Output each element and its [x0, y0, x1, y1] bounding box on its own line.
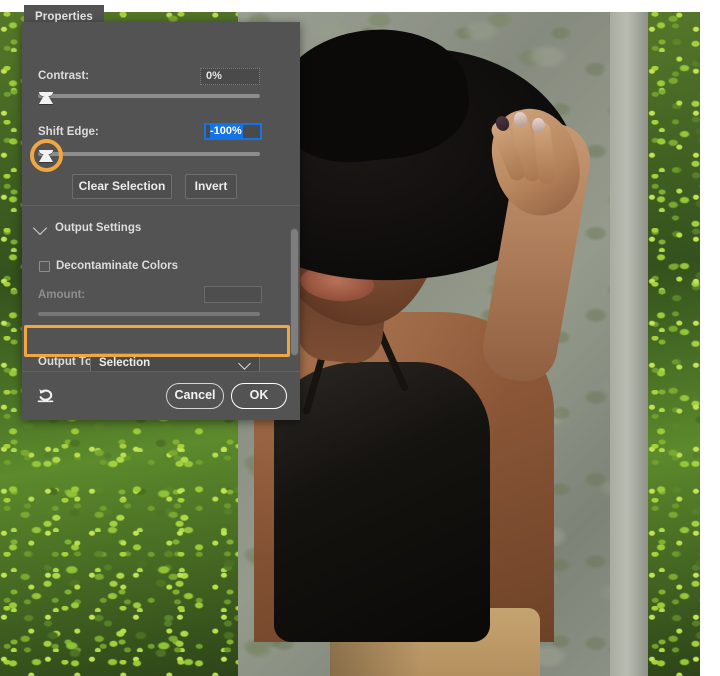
shift-edge-handle-highlight-annotation	[30, 139, 63, 172]
contrast-slider-handle[interactable]	[39, 92, 53, 104]
chevron-down-icon[interactable]	[35, 223, 45, 233]
shift-edge-label: Shift Edge:	[38, 126, 99, 138]
chevron-down-icon[interactable]	[238, 357, 251, 370]
amount-label: Amount:	[38, 289, 85, 301]
output-settings-title: Output Settings	[55, 222, 141, 234]
screenshot-root: Properties Contrast: 0% Shift Edge: -100…	[0, 0, 720, 676]
decontaminate-colors-label: Decontaminate Colors	[56, 260, 178, 272]
amount-slider-track	[38, 312, 260, 316]
amount-value-input	[204, 286, 262, 303]
output-to-highlight-annotation	[24, 325, 290, 357]
model-subject	[238, 12, 658, 676]
section-divider	[22, 205, 300, 206]
shift-edge-value-input[interactable]: -100%	[204, 123, 262, 140]
undo-reset-icon[interactable]	[36, 385, 58, 407]
clear-selection-button[interactable]: Clear Selection	[72, 174, 172, 199]
shift-edge-value-text: -100%	[210, 124, 243, 138]
invert-button[interactable]: Invert	[185, 174, 237, 199]
contrast-label: Contrast:	[38, 70, 89, 82]
output-to-selected-value: Selection	[99, 357, 150, 369]
shift-edge-slider-track[interactable]	[38, 152, 260, 156]
properties-panel: Contrast: 0% Shift Edge: -100% Clear Sel…	[22, 22, 300, 420]
panel-footer: Cancel OK	[22, 371, 300, 420]
vertical-scrollbar[interactable]	[290, 228, 299, 356]
panel-body: Contrast: 0% Shift Edge: -100% Clear Sel…	[22, 22, 300, 372]
contrast-value-input[interactable]: 0%	[200, 68, 260, 85]
output-to-label: Output To:	[38, 356, 96, 368]
panel-scroll-area[interactable]: Contrast: 0% Shift Edge: -100% Clear Sel…	[22, 22, 300, 372]
decontaminate-colors-checkbox[interactable]	[39, 261, 50, 272]
cancel-button[interactable]: Cancel	[166, 383, 224, 409]
ok-button[interactable]: OK	[231, 383, 287, 409]
contrast-slider-track[interactable]	[38, 94, 260, 98]
